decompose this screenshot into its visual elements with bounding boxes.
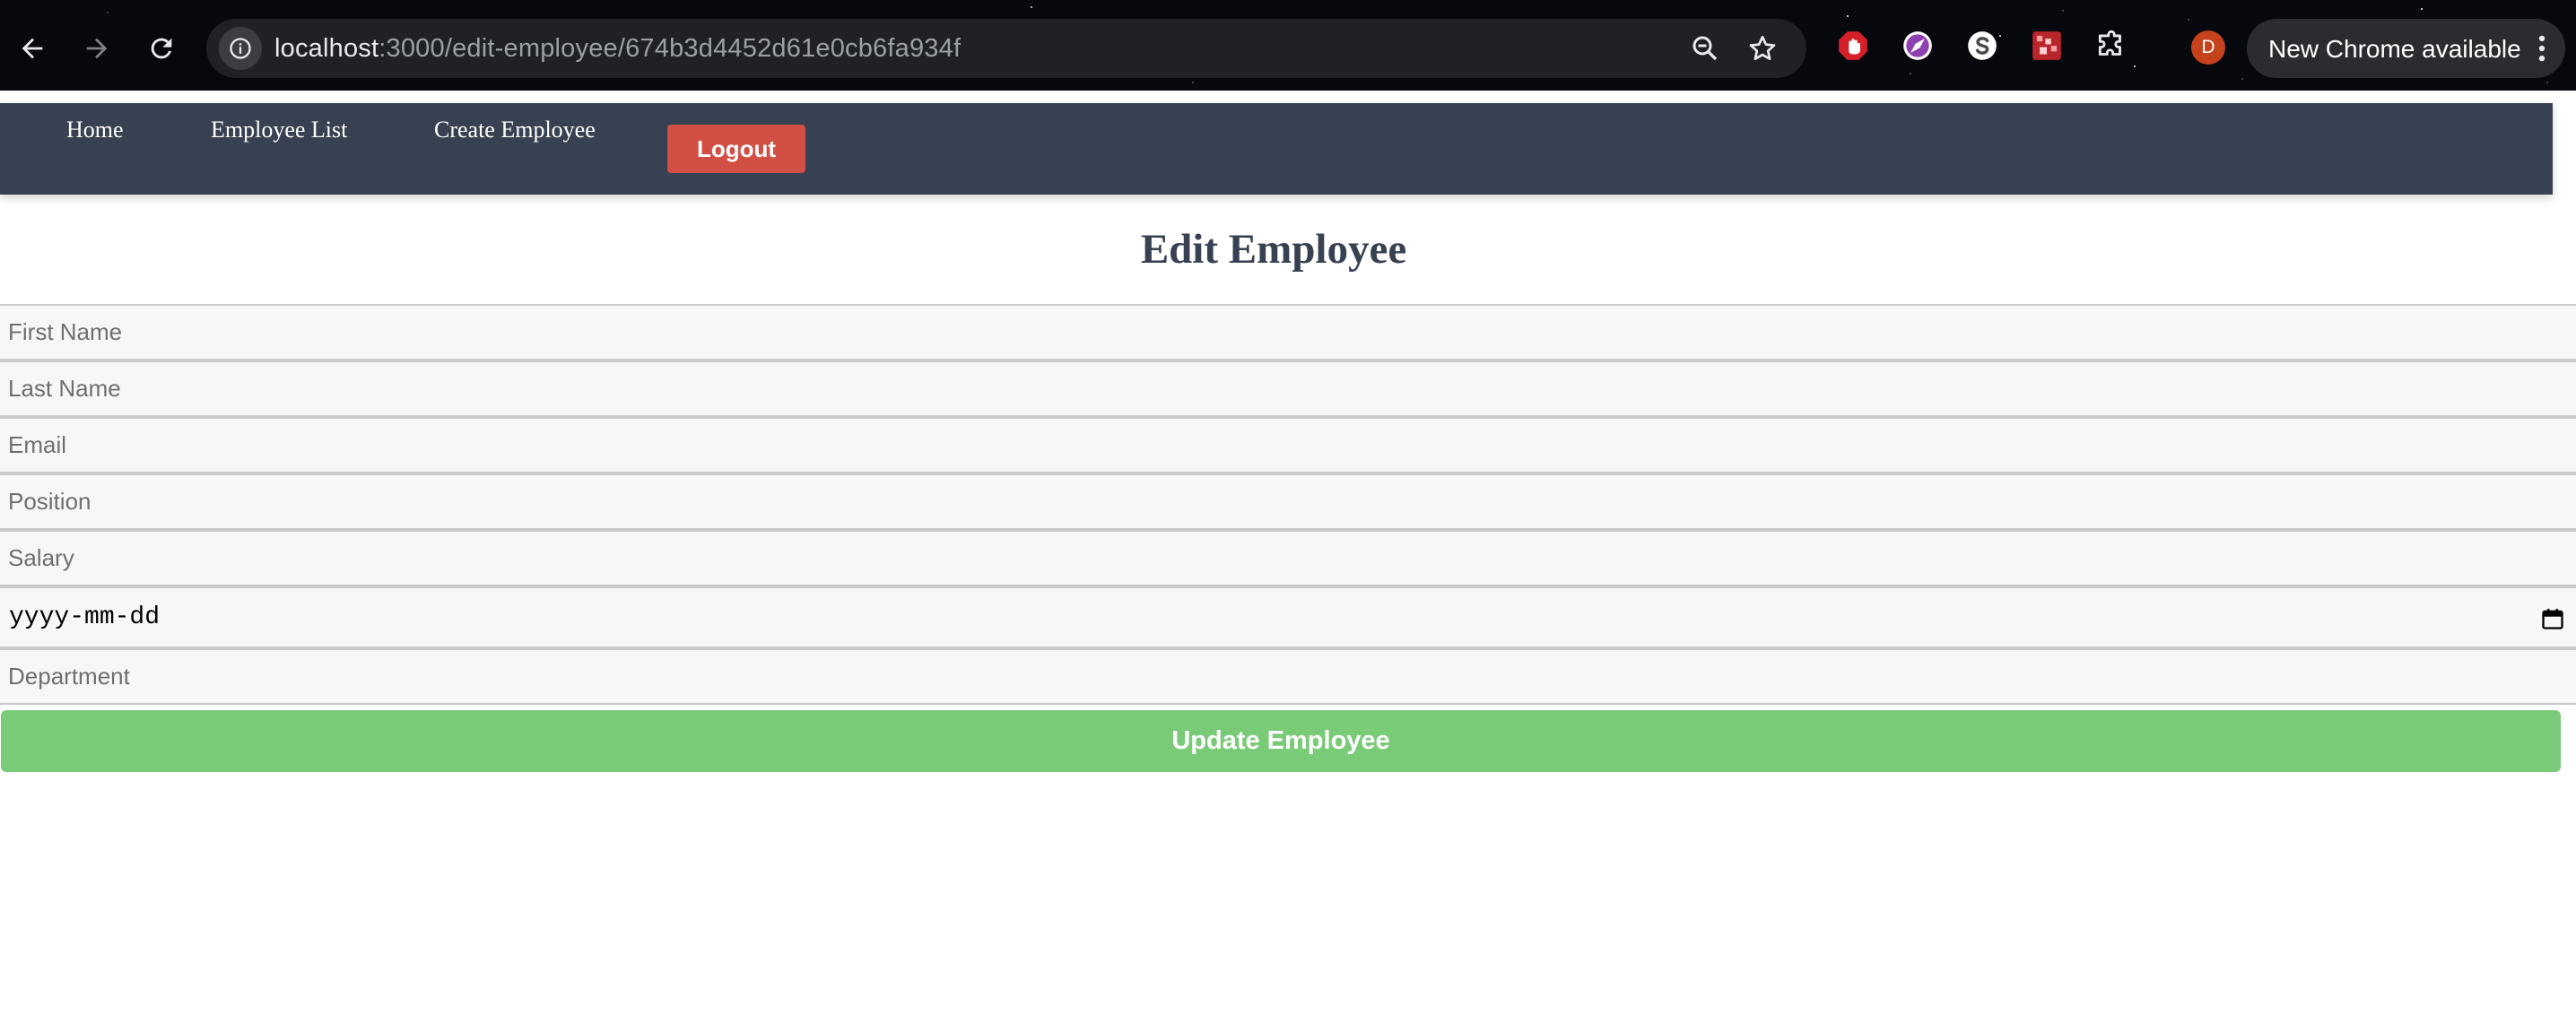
- puzzle-icon[interactable]: [2094, 29, 2128, 63]
- compass-extension-icon[interactable]: [1901, 29, 1935, 63]
- logout-button[interactable]: Logout: [667, 125, 805, 173]
- app-navbar: Home Employee List Create Employee Logou…: [0, 103, 2553, 195]
- nav-link-create-employee[interactable]: Create Employee: [434, 117, 596, 143]
- nav-link-employee-list[interactable]: Employee List: [211, 117, 347, 143]
- update-employee-button[interactable]: Update Employee: [1, 710, 2561, 772]
- site-info-button[interactable]: [219, 27, 262, 70]
- url-path: :3000/edit-employee/674b3d4452d61e0cb6fa…: [379, 34, 962, 63]
- back-button[interactable]: [7, 23, 57, 74]
- reload-icon: [151, 38, 172, 59]
- info-icon: [230, 38, 251, 59]
- date-placeholder: yyyy-mm-dd: [9, 603, 161, 631]
- more-vertical-icon: [2538, 35, 2546, 62]
- address-bar[interactable]: localhost:3000/edit-employee/674b3d4452d…: [206, 19, 1806, 78]
- browser-toolbar: localhost:3000/edit-employee/674b3d4452d…: [0, 0, 2576, 91]
- reload-button[interactable]: [136, 23, 187, 74]
- pixel-extension-icon[interactable]: [2030, 29, 2064, 63]
- last-name-input[interactable]: [0, 360, 2576, 417]
- date-input[interactable]: yyyy-mm-dd: [0, 586, 2576, 648]
- forward-button[interactable]: [72, 23, 122, 74]
- nav-link-home[interactable]: Home: [66, 117, 124, 143]
- calendar-icon[interactable]: [2540, 606, 2565, 631]
- department-input[interactable]: [0, 648, 2576, 705]
- first-name-input[interactable]: [0, 304, 2576, 360]
- star-icon[interactable]: [1746, 32, 1779, 65]
- zoom-icon[interactable]: [1689, 32, 1721, 65]
- url-text: localhost:3000/edit-employee/674b3d4452d…: [274, 34, 961, 63]
- s-extension-icon[interactable]: [1965, 29, 1999, 63]
- arrow-left-icon: [22, 38, 43, 59]
- position-input[interactable]: [0, 473, 2576, 530]
- chrome-update-label: New Chrome available: [2268, 35, 2521, 63]
- chrome-update-button[interactable]: New Chrome available: [2247, 19, 2565, 78]
- page-title: Edit Employee: [1140, 226, 1407, 273]
- profile-avatar[interactable]: D: [2191, 30, 2225, 65]
- adblock-extension-icon[interactable]: [1836, 29, 1870, 63]
- salary-input[interactable]: [0, 530, 2576, 586]
- arrow-right-icon: [86, 38, 108, 59]
- email-input[interactable]: [0, 417, 2576, 473]
- url-host: localhost: [274, 34, 379, 63]
